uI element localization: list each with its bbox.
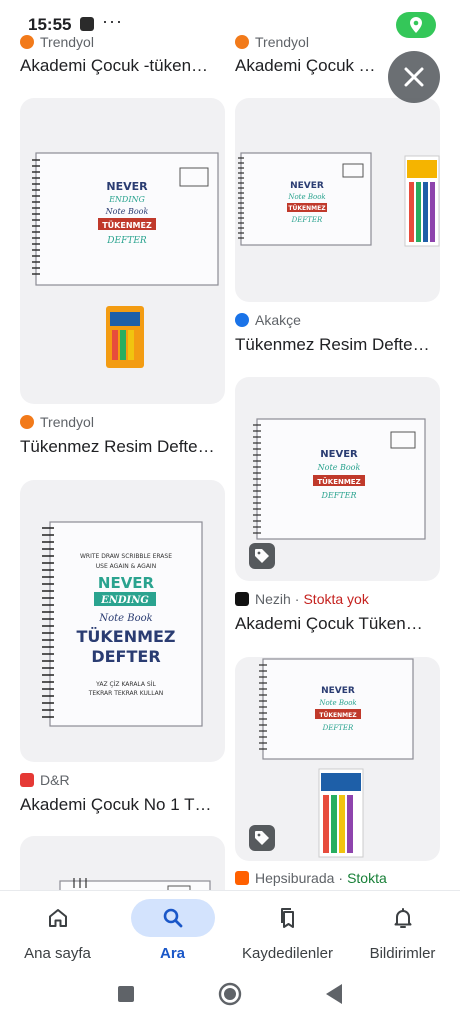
nav-search[interactable]: Ara — [115, 891, 230, 971]
notebook-text-notebook: Note Book — [317, 463, 361, 472]
result-source: Nezih · Stokta yok — [235, 591, 369, 607]
price-tag-icon — [255, 831, 269, 845]
stock-status: Stokta yok — [303, 591, 369, 607]
notebook-text-notebook: Note Book — [105, 207, 149, 216]
result-image[interactable]: WRITE DRAW SCRIBBLE ERASE USE AGAIN & AG… — [20, 480, 225, 762]
result-source: Hepsiburada · Stokta — [235, 870, 387, 886]
notebook-text-top-arc: WRITE DRAW SCRIBBLE ERASE — [80, 553, 172, 560]
nav-saved-label: Kaydedilenler — [242, 945, 333, 962]
notebook-text-ending: ENDING — [108, 195, 145, 204]
search-icon — [163, 908, 182, 928]
bookmarks-icon — [280, 908, 294, 928]
dr-logo-icon — [20, 773, 34, 787]
result-title[interactable]: Tükenmez Resim Defteri ... — [20, 437, 220, 457]
close-icon — [404, 67, 424, 87]
home-icon — [48, 909, 67, 927]
back-icon[interactable] — [324, 983, 344, 1005]
result-title[interactable]: Akademi Çocuk Tükenmez ... — [235, 614, 435, 634]
notebook-text-never: NEVER — [106, 180, 148, 193]
notebook-text-defter: DEFTER — [91, 647, 160, 666]
stock-status: Stokta — [347, 870, 387, 886]
result-source: D&R — [20, 772, 70, 788]
hepsiburada-logo-icon — [235, 871, 249, 885]
price-tag-icon — [255, 549, 269, 563]
result-title[interactable]: Akademi Çocuk No 1 Tükenmez ... — [20, 795, 220, 815]
notebook-text-ending: ENDING — [100, 595, 149, 606]
separator: · — [294, 591, 300, 607]
notebook-text-never: NEVER — [290, 181, 324, 191]
notebook-text-tukenmez: TÜKENMEZ — [102, 220, 152, 230]
akakce-logo-icon — [235, 313, 249, 327]
notebook-text-defter: DEFTER — [320, 491, 356, 500]
result-source: Trendyol — [235, 34, 309, 50]
nav-notifications[interactable]: Bildirimler — [345, 891, 460, 971]
shopping-tag-badge — [249, 825, 275, 851]
result-title[interactable]: Tükenmez Resim Defteri ... — [235, 335, 435, 355]
result-source: Trendyol — [20, 414, 94, 430]
trendyol-logo-icon — [20, 415, 34, 429]
nav-home[interactable]: Ana sayfa — [0, 891, 115, 971]
notebook-text-defter: DEFTER — [291, 216, 323, 224]
result-image[interactable]: NEVER Note Book TÜKENMEZ DEFTER — [235, 98, 440, 302]
result-source: Trendyol — [20, 34, 94, 50]
notebook-text-tukenmez: TÜKENMEZ — [288, 205, 326, 212]
result-image[interactable]: NEVER Note Book TÜKENMEZ DEFTER — [235, 377, 440, 581]
nav-home-label: Ana sayfa — [24, 945, 91, 962]
separator: · — [338, 870, 344, 886]
home-button-icon[interactable] — [218, 982, 242, 1006]
result-title[interactable]: Akademi Çocuk Tükenmez ... — [235, 56, 385, 76]
notebook-text-never: NEVER — [98, 574, 155, 592]
nav-search-label: Ara — [159, 945, 185, 962]
notebook-text-defter: DEFTER — [106, 236, 147, 246]
notebook-text-bottom-arc2: TEKRAR TEKRAR KULLAN — [88, 690, 164, 697]
system-navigation-bar — [0, 970, 460, 1024]
result-source: Akakçe — [235, 312, 301, 328]
trendyol-logo-icon — [20, 35, 34, 49]
notebook-text-notebook: Note Book — [98, 613, 152, 624]
nav-notifications-label: Bildirimler — [369, 945, 436, 962]
shopping-tag-badge — [249, 543, 275, 569]
notebook-text-defter: DEFTER — [322, 724, 354, 732]
notebook-text-bottom-arc: YAZ ÇİZ KARALA SİL — [95, 681, 156, 688]
notebook-text-notebook: Note Book — [287, 193, 325, 201]
notebook-text-never: NEVER — [321, 686, 355, 696]
result-image[interactable]: NEVER Note Book TÜKENMEZ DEFTER — [235, 657, 440, 861]
close-button[interactable] — [388, 51, 440, 103]
trendyol-logo-icon — [235, 35, 249, 49]
recent-apps-icon[interactable] — [117, 985, 135, 1003]
notebook-text-notebook: Note Book — [318, 699, 356, 707]
result-image[interactable]: NEVER ENDING Note Book TÜKENMEZ DEFTER — [20, 98, 225, 404]
result-title[interactable]: Akademi Çocuk -tükenmez Resim ... — [20, 56, 220, 76]
bell-icon — [394, 908, 411, 928]
nezih-logo-icon — [235, 592, 249, 606]
nav-saved[interactable]: Kaydedilenler — [230, 891, 345, 971]
result-image[interactable] — [20, 836, 225, 890]
notebook-text-tukenmez: TÜKENMEZ — [319, 712, 357, 719]
image-results-grid[interactable]: Trendyol Akademi Çocuk -tükenmez Resim .… — [0, 30, 460, 890]
more-notifications-icon: ··· — [102, 11, 123, 31]
notebook-text-tukenmez: TÜKENMEZ — [317, 477, 360, 486]
notebook-text-never: NEVER — [320, 449, 358, 460]
notebook-text-tukenmez: TÜKENMEZ — [76, 627, 175, 646]
notification-icon — [80, 17, 94, 31]
bottom-navigation: Ana sayfa Ara Kaydedilenler Bildirimler — [0, 890, 460, 971]
notebook-text-top-arc2: USE AGAIN & AGAIN — [96, 563, 156, 570]
